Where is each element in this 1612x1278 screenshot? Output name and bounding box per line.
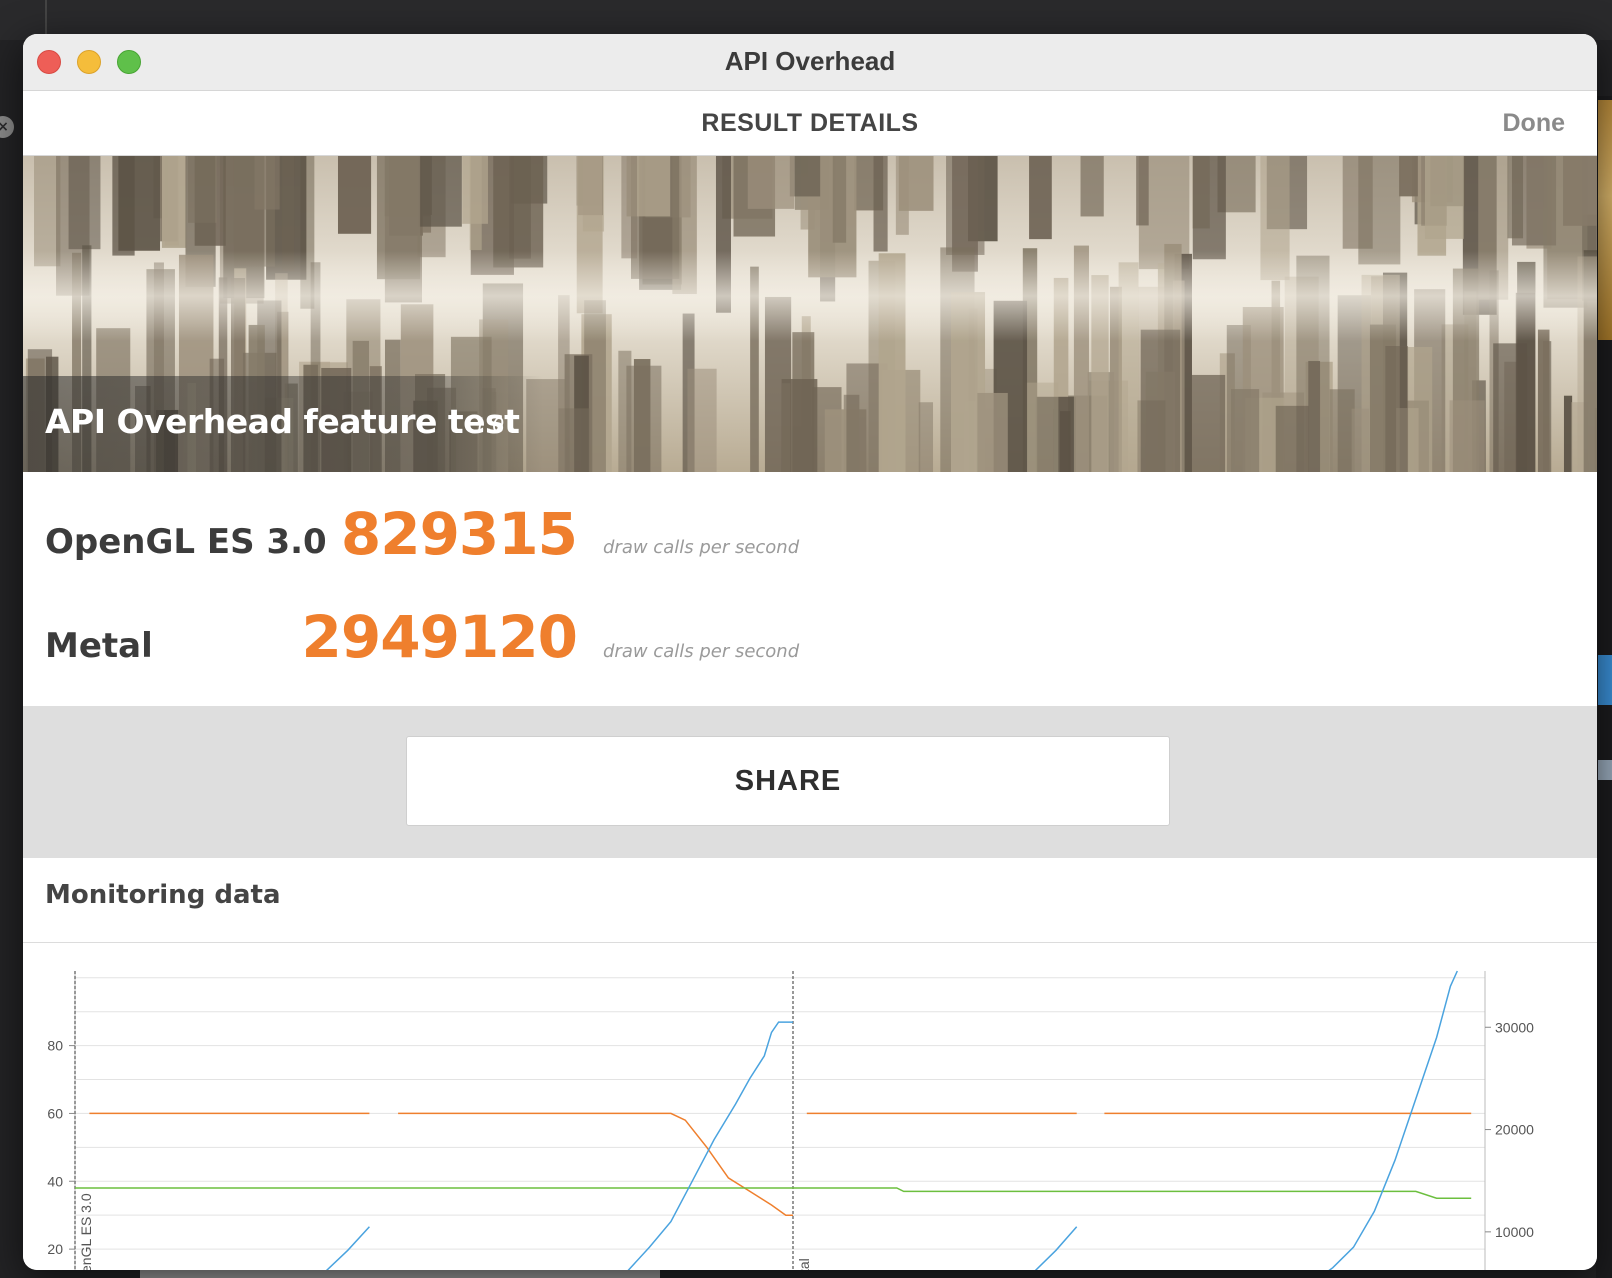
banner-rising-tower [781,379,818,472]
left-axis-tick-label: 40 [47,1173,63,1189]
share-button[interactable]: SHARE [406,736,1170,826]
metal-label: Metal [45,626,153,666]
banner-hanging-tower [337,156,372,234]
monitoring-title: Monitoring data [45,880,281,910]
background-blue-element [1598,655,1612,705]
left-axis-tick-label: 80 [47,1038,63,1054]
banner-hanging-tower [1136,156,1149,226]
results-panel: OpenGL ES 3.0 829315 draw calls per seco… [23,472,1597,706]
monitoring-header: Monitoring data [23,858,1597,943]
test-name: API Overhead feature test [45,402,520,441]
banner-rising-tower [1275,405,1309,472]
opengl-score: 829315 [340,500,578,568]
banner-hanging-tower [1358,156,1401,265]
banner-hanging-tower [469,156,482,251]
right-axis-tick-label: 30000 [1495,1019,1534,1035]
banner-hanging-tower [254,156,280,210]
banner-hanging-tower [1029,156,1052,240]
background-close-icon: × [0,116,14,138]
banner-hanging-tower [621,156,637,259]
banner-rising-tower [918,402,934,472]
banner-hanging-tower [418,156,462,227]
banner-hanging-tower [832,156,847,243]
series-line-blue [325,1226,370,1270]
share-section: SHARE [23,706,1597,858]
phase-label-metal: tal [796,1258,812,1270]
banner-rising-tower [1563,395,1573,472]
left-axis-tick-label: 60 [47,1105,63,1121]
banner-rising-tower [1060,411,1071,472]
banner-hanging-tower [747,156,795,209]
banner-rising-tower [1449,400,1485,472]
banner-hanging-tower [1080,156,1104,217]
navigation-bar: RESULT DETAILS Done [23,91,1597,156]
opengl-label: OpenGL ES 3.0 [45,522,327,562]
background-light-element [1598,760,1612,780]
app-window: API Overhead RESULT DETAILS Done API Ove… [23,34,1597,1270]
banner-rising-tower [1025,382,1059,472]
phase-label-opengl: enGL ES 3.0 [78,1193,94,1270]
banner-hanging-tower [161,156,187,248]
banner-hanging-tower [112,156,135,256]
banner-rising-tower [1308,360,1321,472]
banner-hanging-tower [493,156,544,268]
monitoring-chart: 20 40 60 80 10000 20000 30000 enGL ES 3.0 tal [23,943,1597,1270]
series-line-blue [1328,970,1458,1270]
banner-rising-tower [1140,329,1181,472]
banner-rising-tower [687,368,717,472]
background-thumbnail [1598,100,1612,340]
right-axis-tick-label: 20000 [1495,1122,1534,1138]
banner-hanging-tower [873,156,888,252]
banner-rising-tower [977,392,1008,472]
series-line-blue [627,1021,793,1270]
banner-rising-tower [1351,408,1370,472]
banner-hanging-tower [1399,156,1418,197]
series-line-green [75,1187,1472,1199]
window-title: API Overhead [724,46,896,76]
banner-rising-tower [1231,389,1260,472]
banner-rising-tower [1537,329,1550,472]
banner-hanging-tower [1192,156,1226,260]
done-button[interactable]: Done [1503,91,1566,155]
left-axis-tick-label: 20 [47,1241,63,1257]
opengl-unit: draw calls per second [603,537,800,558]
banner-rising-tower [1191,374,1226,472]
banner-rising-tower [1329,389,1355,472]
banner-hanging-tower [1507,156,1524,239]
test-banner: API Overhead feature test 1.0 [23,156,1597,472]
banner-hanging-tower [898,156,934,211]
series-line-orange [398,1112,793,1216]
banner-hanging-tower [1424,156,1464,239]
right-axis-tick-label: 10000 [1495,1224,1534,1240]
series-line-blue [1034,1226,1078,1270]
banner-rising-tower [626,365,662,472]
test-version: 1.0 [474,414,505,436]
metal-score: 2949120 [301,603,578,671]
banner-hanging-tower [68,156,101,250]
title-bar: API Overhead [23,34,1597,91]
monitoring-chart-svg: 20 40 60 80 10000 20000 30000 enGL ES 3.0 tal [47,970,1534,1270]
page-title: RESULT DETAILS [701,109,919,137]
banner-rising-tower [1385,346,1409,472]
banner-hanging-tower [1563,156,1597,226]
metal-unit: draw calls per second [603,641,800,662]
